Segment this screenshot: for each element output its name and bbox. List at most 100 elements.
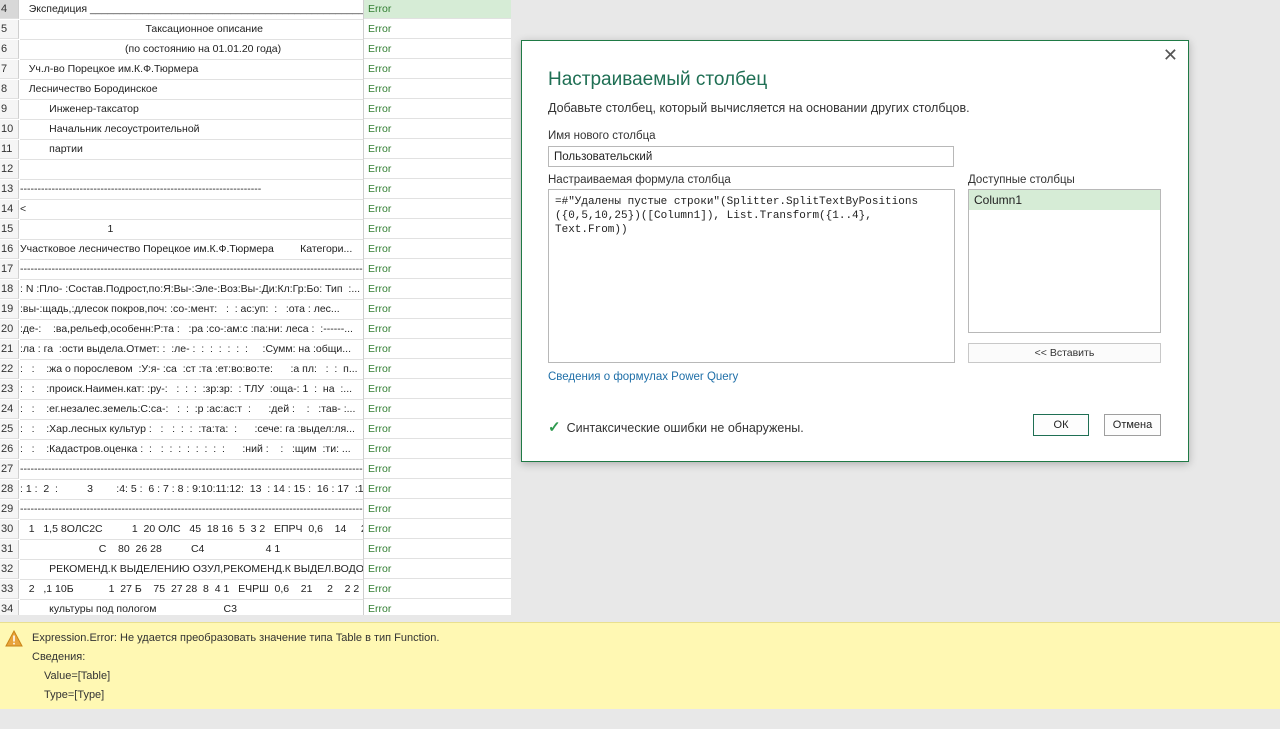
row-number[interactable]: 12 [0, 160, 19, 179]
ok-button[interactable]: ОК [1033, 414, 1089, 436]
column1-cell[interactable]: С 80 26 28 С4 4 1 [20, 540, 364, 560]
formula-editor[interactable]: =#"Удалены пустые строки"(Splitter.Split… [548, 189, 955, 363]
column1-cell[interactable]: РЕКОМЕНД.К ВЫДЕЛЕНИЮ ОЗУЛ,РЕКОМЕНД.К ВЫД… [20, 560, 364, 580]
column1-cell[interactable]: 1 [20, 220, 364, 240]
new-column-name-input[interactable] [548, 146, 954, 167]
error-cell[interactable]: Error [364, 140, 511, 159]
table-row[interactable]: 19:вы-:щадь,:длесок покров,поч: :со-:мен… [0, 300, 511, 320]
error-cell[interactable]: Error [364, 480, 511, 499]
cancel-button[interactable]: Отмена [1104, 414, 1161, 436]
error-cell[interactable]: Error [364, 220, 511, 239]
row-number[interactable]: 15 [0, 220, 19, 239]
table-row[interactable]: 10 Начальник лесоустроительной Error [0, 120, 511, 140]
error-cell[interactable]: Error [364, 320, 511, 339]
table-row[interactable]: 31 С 80 26 28 С4 4 1 Error [0, 540, 511, 560]
insert-button[interactable]: << Вставить [968, 343, 1161, 363]
table-row[interactable]: 18: N :Пло- :Состав.Подрост,по:Я:Вы-:Эле… [0, 280, 511, 300]
column1-cell[interactable]: : : :жа о порослевом :У:я- :са :ст :та :… [20, 360, 364, 380]
row-number[interactable]: 26 [0, 440, 19, 459]
table-row[interactable]: 23: : :происк.Наимен.кат: :ру-: : : : :з… [0, 380, 511, 400]
column1-cell[interactable]: Уч.л-во Порецкое им.К.Ф.Тюрмера [20, 60, 364, 80]
row-number[interactable]: 28 [0, 480, 19, 499]
table-row[interactable]: 8 Лесничество Бородинское Error [0, 80, 511, 100]
column1-cell[interactable]: : : :происк.Наимен.кат: :ру-: : : : :зр:… [20, 380, 364, 400]
column1-cell[interactable]: :вы-:щадь,:длесок покров,поч: :со-:мент:… [20, 300, 364, 320]
error-cell[interactable]: Error [364, 280, 511, 299]
error-cell[interactable]: Error [364, 540, 511, 559]
table-row[interactable]: 30 1 1,5 8ОЛС2С 1 20 ОЛС 45 18 16 5 3 2 … [0, 520, 511, 540]
table-row[interactable]: 12 Error [0, 160, 511, 180]
error-cell[interactable]: Error [364, 400, 511, 419]
row-number[interactable]: 4 [0, 0, 19, 19]
row-number[interactable]: 20 [0, 320, 19, 339]
close-icon[interactable]: ✕ [1163, 45, 1178, 66]
column1-cell[interactable]: партии [20, 140, 364, 160]
column1-cell[interactable]: ----------------------------------------… [20, 460, 364, 480]
error-cell[interactable]: Error [364, 340, 511, 359]
row-number[interactable]: 23 [0, 380, 19, 399]
error-cell[interactable]: Error [364, 260, 511, 279]
row-number[interactable]: 25 [0, 420, 19, 439]
error-cell[interactable]: Error [364, 380, 511, 399]
row-number[interactable]: 32 [0, 560, 19, 579]
row-number[interactable]: 9 [0, 100, 19, 119]
table-row[interactable]: 27 --------------------------------------… [0, 460, 511, 480]
error-cell[interactable]: Error [364, 40, 511, 59]
error-cell[interactable]: Error [364, 100, 511, 119]
error-cell[interactable]: Error [364, 500, 511, 519]
available-columns-list[interactable]: Column1 [968, 189, 1161, 333]
column1-cell[interactable]: : 1 : 2 : 3 :4: 5 : 6 : 7 : 8 : 9:10:11:… [20, 480, 364, 500]
row-number[interactable]: 7 [0, 60, 19, 79]
error-cell[interactable]: Error [364, 520, 511, 539]
error-cell[interactable]: Error [364, 20, 511, 39]
table-row[interactable]: 20:де-: :ва,рельеф,особенн:Р:та : :ра :с… [0, 320, 511, 340]
table-row[interactable]: 13 --------------------------------------… [0, 180, 511, 200]
error-cell[interactable]: Error [364, 0, 511, 19]
row-number[interactable]: 13 [0, 180, 19, 199]
row-number[interactable]: 30 [0, 520, 19, 539]
column1-cell[interactable]: культуры под пологом С3 [20, 600, 364, 615]
table-row[interactable]: 25: : :Хар.лесных культур : : : : : :та:… [0, 420, 511, 440]
error-cell[interactable]: Error [364, 160, 511, 179]
column1-cell[interactable] [20, 160, 364, 180]
error-cell[interactable]: Error [364, 300, 511, 319]
column1-cell[interactable]: ----------------------------------------… [20, 180, 364, 200]
table-row[interactable]: 6 (по состоянию на 01.01.20 года) Error [0, 40, 511, 60]
column1-cell[interactable]: Инженер-таксатор [20, 100, 364, 120]
column1-cell[interactable]: Экспедиция _____________________________… [20, 0, 364, 20]
row-number[interactable]: 5 [0, 20, 19, 39]
column1-cell[interactable]: Участковое лесничество Порецкое им.К.Ф.Т… [20, 240, 364, 260]
error-cell[interactable]: Error [364, 600, 511, 615]
error-cell[interactable]: Error [364, 80, 511, 99]
error-cell[interactable]: Error [364, 60, 511, 79]
table-row[interactable]: 11 партии Error [0, 140, 511, 160]
table-row[interactable]: 7 Уч.л-во Порецкое им.К.Ф.Тюрмера Error [0, 60, 511, 80]
table-row[interactable]: 21:ла : га :ости выдела.Отмет: : :ле- : … [0, 340, 511, 360]
table-row[interactable]: 14 < Error [0, 200, 511, 220]
error-cell[interactable]: Error [364, 420, 511, 439]
column1-cell[interactable]: :ла : га :ости выдела.Отмет: : :ле- : : … [20, 340, 364, 360]
column1-cell[interactable]: Таксационное описание [20, 20, 364, 40]
table-row[interactable]: 22: : :жа о порослевом :У:я- :са :ст :та… [0, 360, 511, 380]
error-cell[interactable]: Error [364, 120, 511, 139]
row-number[interactable]: 27 [0, 460, 19, 479]
error-cell[interactable]: Error [364, 200, 511, 219]
table-row[interactable]: 5 Таксационное описание Error [0, 20, 511, 40]
column1-cell[interactable]: Начальник лесоустроительной [20, 120, 364, 140]
error-cell[interactable]: Error [364, 460, 511, 479]
column1-cell[interactable]: < [20, 200, 364, 220]
row-number[interactable]: 8 [0, 80, 19, 99]
table-row[interactable]: 4 Экспедиция ___________________________… [0, 0, 511, 20]
table-row[interactable]: 15 1 Error [0, 220, 511, 240]
table-row[interactable]: 17 --------------------------------------… [0, 260, 511, 280]
column1-cell[interactable]: (по состоянию на 01.01.20 года) [20, 40, 364, 60]
table-row[interactable]: 24: : :ег.незалес.земель:С:са-: : : :р :… [0, 400, 511, 420]
column-item-column1[interactable]: Column1 [969, 190, 1160, 210]
error-cell[interactable]: Error [364, 240, 511, 259]
error-cell[interactable]: Error [364, 440, 511, 459]
row-number[interactable]: 17 [0, 260, 19, 279]
row-number[interactable]: 29 [0, 500, 19, 519]
table-row[interactable]: 34 культуры под пологом С3 Error [0, 600, 511, 615]
error-cell[interactable]: Error [364, 180, 511, 199]
row-number[interactable]: 11 [0, 140, 19, 159]
